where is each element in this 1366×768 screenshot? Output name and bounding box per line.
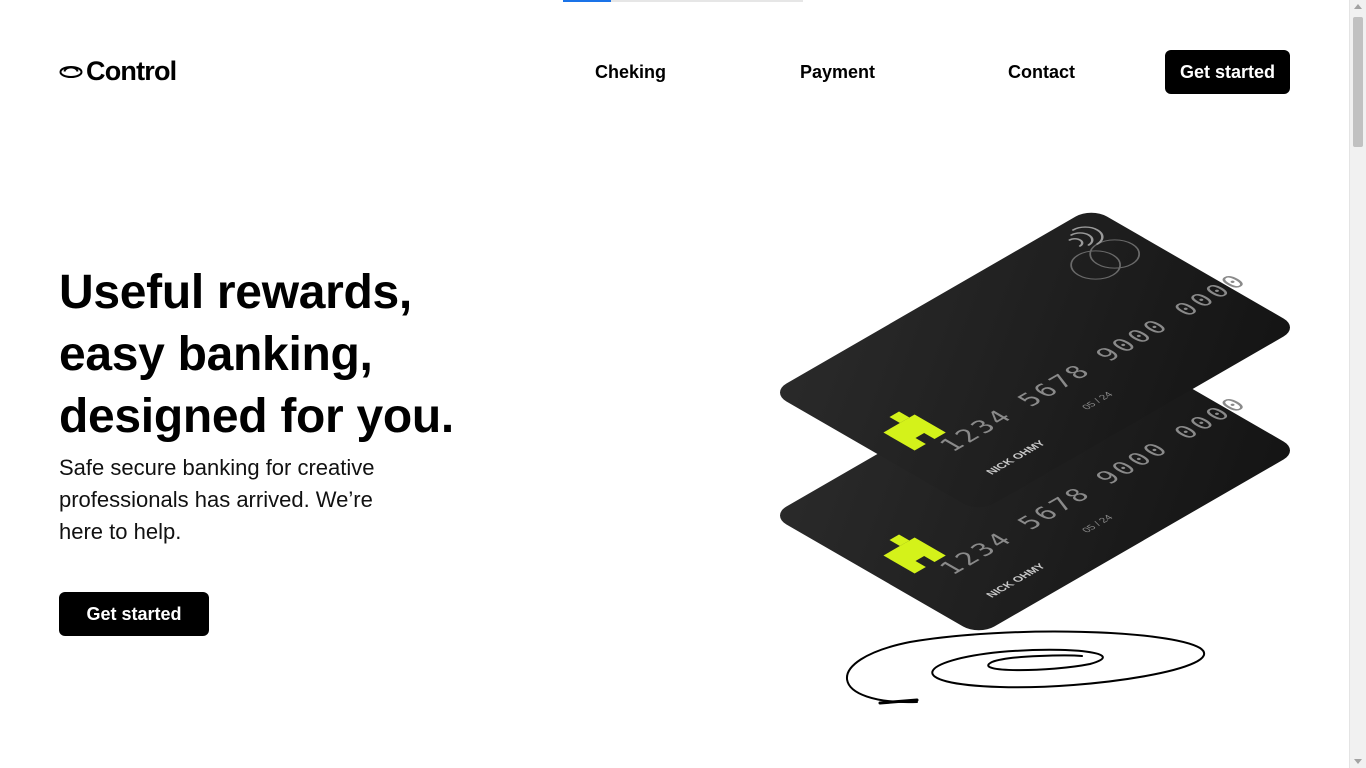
hero-subtitle: Safe secure banking for creative profess… — [59, 452, 419, 548]
nav-link-contact[interactable]: Contact — [1008, 50, 1075, 94]
hero-subtitle-line: Safe secure banking for creative — [59, 455, 375, 480]
hero-subtitle-line: here to help. — [59, 519, 182, 544]
site-header: Control Cheking Payment Contact Get star… — [59, 50, 1290, 94]
scroll-up-arrow-icon[interactable] — [1354, 4, 1362, 9]
hero-subtitle-line: professionals has arrived. We’re — [59, 487, 373, 512]
saucer-logo-icon — [59, 66, 83, 78]
spiral-scribble-decoration — [846, 630, 1205, 704]
vertical-scrollbar[interactable] — [1349, 0, 1366, 768]
hero-title-line: designed for you. — [59, 390, 454, 443]
credit-cards-illustration: 1234 5678 9000 0000 NICK OHMY 05 / 24 12… — [770, 190, 1300, 720]
scrollbar-thumb[interactable] — [1353, 17, 1363, 147]
page-loading-bar-fill — [563, 0, 611, 2]
brand-logo[interactable]: Control — [59, 56, 177, 86]
hero-title-line: Useful rewards, — [59, 266, 412, 319]
header-get-started-button[interactable]: Get started — [1165, 50, 1290, 94]
brand-name: Control — [86, 56, 177, 86]
hero-title-line: easy banking, — [59, 328, 373, 381]
nav-link-cheking[interactable]: Cheking — [595, 50, 666, 94]
hero-title: Useful rewards, easy banking, designed f… — [59, 262, 519, 448]
hero-get-started-button[interactable]: Get started — [59, 592, 209, 636]
page-loading-bar — [563, 0, 803, 2]
nav-link-payment[interactable]: Payment — [800, 50, 875, 94]
scroll-down-arrow-icon[interactable] — [1354, 759, 1362, 764]
